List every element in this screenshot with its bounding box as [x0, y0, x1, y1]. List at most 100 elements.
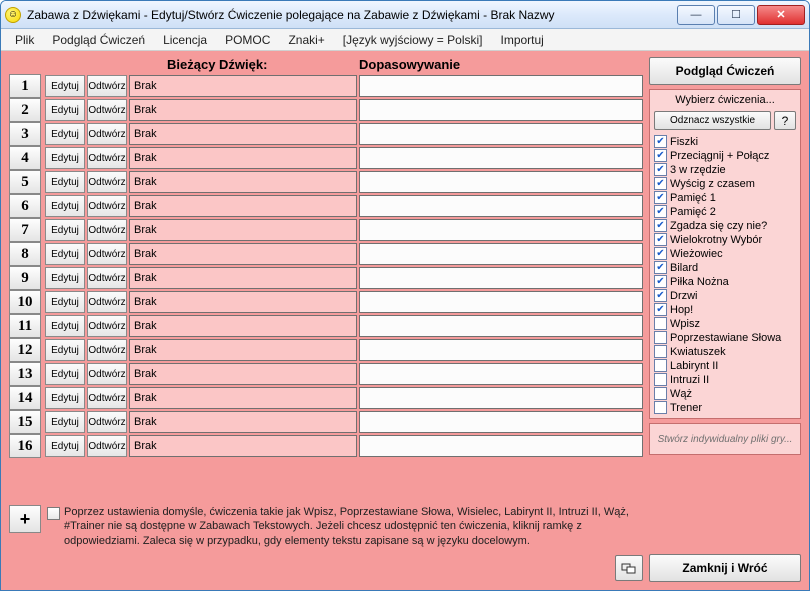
- edit-button[interactable]: Edytuj: [45, 267, 85, 289]
- menu-item[interactable]: Licencja: [155, 30, 215, 50]
- matching-cell[interactable]: [359, 123, 643, 145]
- exercise-checkbox[interactable]: [654, 163, 667, 176]
- matching-cell[interactable]: [359, 435, 643, 457]
- exercise-item[interactable]: Kwiatuszek: [654, 345, 796, 358]
- exercise-checkbox[interactable]: [654, 219, 667, 232]
- exercise-item[interactable]: Pamięć 1: [654, 191, 796, 204]
- custom-game-files-box[interactable]: Stwórz indywidualny pliki gry...: [649, 423, 801, 455]
- play-button[interactable]: Odtwórz: [87, 339, 127, 361]
- matching-cell[interactable]: [359, 147, 643, 169]
- current-sound-cell[interactable]: Brak: [129, 435, 357, 457]
- exercise-item[interactable]: Wpisz: [654, 317, 796, 330]
- exercise-item[interactable]: Drzwi: [654, 289, 796, 302]
- current-sound-cell[interactable]: Brak: [129, 267, 357, 289]
- matching-cell[interactable]: [359, 339, 643, 361]
- close-and-return-button[interactable]: Zamknij i Wróć: [649, 554, 801, 582]
- note-checkbox[interactable]: [47, 507, 60, 520]
- menu-item[interactable]: Podgląd Ćwiczeń: [44, 30, 153, 50]
- matching-cell[interactable]: [359, 99, 643, 121]
- play-button[interactable]: Odtwórz: [87, 123, 127, 145]
- exercise-item[interactable]: Zgadza się czy nie?: [654, 219, 796, 232]
- play-button[interactable]: Odtwórz: [87, 171, 127, 193]
- play-button[interactable]: Odtwórz: [87, 99, 127, 121]
- exercise-checkbox[interactable]: [654, 261, 667, 274]
- current-sound-cell[interactable]: Brak: [129, 99, 357, 121]
- play-button[interactable]: Odtwórz: [87, 387, 127, 409]
- exercise-checkbox[interactable]: [654, 317, 667, 330]
- exercise-item[interactable]: Hop!: [654, 303, 796, 316]
- current-sound-cell[interactable]: Brak: [129, 315, 357, 337]
- matching-cell[interactable]: [359, 411, 643, 433]
- matching-cell[interactable]: [359, 363, 643, 385]
- matching-cell[interactable]: [359, 243, 643, 265]
- play-button[interactable]: Odtwórz: [87, 267, 127, 289]
- exercise-checkbox[interactable]: [654, 191, 667, 204]
- preview-exercises-button[interactable]: Podgląd Ćwiczeń: [649, 57, 801, 85]
- exercise-checkbox[interactable]: [654, 205, 667, 218]
- exercise-item[interactable]: Wieżowiec: [654, 247, 796, 260]
- exercise-item[interactable]: Labirynt II: [654, 359, 796, 372]
- exercise-checkbox[interactable]: [654, 387, 667, 400]
- edit-button[interactable]: Edytuj: [45, 243, 85, 265]
- exercise-checkbox[interactable]: [654, 233, 667, 246]
- edit-button[interactable]: Edytuj: [45, 435, 85, 457]
- play-button[interactable]: Odtwórz: [87, 315, 127, 337]
- edit-button[interactable]: Edytuj: [45, 171, 85, 193]
- matching-cell[interactable]: [359, 195, 643, 217]
- play-button[interactable]: Odtwórz: [87, 435, 127, 457]
- play-button[interactable]: Odtwórz: [87, 195, 127, 217]
- edit-button[interactable]: Edytuj: [45, 75, 85, 97]
- matching-cell[interactable]: [359, 75, 643, 97]
- current-sound-cell[interactable]: Brak: [129, 363, 357, 385]
- edit-button[interactable]: Edytuj: [45, 291, 85, 313]
- exercise-checkbox[interactable]: [654, 303, 667, 316]
- add-row-button[interactable]: +: [9, 505, 41, 533]
- exercise-item[interactable]: Piłka Nożna: [654, 275, 796, 288]
- current-sound-cell[interactable]: Brak: [129, 291, 357, 313]
- menu-item[interactable]: POMOC: [217, 30, 278, 50]
- current-sound-cell[interactable]: Brak: [129, 171, 357, 193]
- edit-button[interactable]: Edytuj: [45, 123, 85, 145]
- edit-button[interactable]: Edytuj: [45, 195, 85, 217]
- exercise-checkbox[interactable]: [654, 135, 667, 148]
- exercise-checkbox[interactable]: [654, 275, 667, 288]
- exercise-checkbox[interactable]: [654, 289, 667, 302]
- exercise-checkbox[interactable]: [654, 331, 667, 344]
- play-button[interactable]: Odtwórz: [87, 363, 127, 385]
- exercise-checkbox[interactable]: [654, 373, 667, 386]
- exercise-checkbox[interactable]: [654, 401, 667, 414]
- matching-cell[interactable]: [359, 387, 643, 409]
- close-window-button[interactable]: ✕: [757, 5, 805, 25]
- edit-button[interactable]: Edytuj: [45, 339, 85, 361]
- current-sound-cell[interactable]: Brak: [129, 387, 357, 409]
- play-button[interactable]: Odtwórz: [87, 243, 127, 265]
- menu-item[interactable]: Importuj: [493, 30, 552, 50]
- current-sound-cell[interactable]: Brak: [129, 243, 357, 265]
- exercise-item[interactable]: Fiszki: [654, 135, 796, 148]
- edit-button[interactable]: Edytuj: [45, 219, 85, 241]
- matching-cell[interactable]: [359, 171, 643, 193]
- exercise-item[interactable]: Bilard: [654, 261, 796, 274]
- matching-cell[interactable]: [359, 315, 643, 337]
- edit-button[interactable]: Edytuj: [45, 147, 85, 169]
- matching-cell[interactable]: [359, 291, 643, 313]
- screen-settings-button[interactable]: [615, 555, 643, 581]
- exercise-checkbox[interactable]: [654, 345, 667, 358]
- current-sound-cell[interactable]: Brak: [129, 219, 357, 241]
- matching-cell[interactable]: [359, 267, 643, 289]
- play-button[interactable]: Odtwórz: [87, 75, 127, 97]
- exercise-item[interactable]: Poprzestawiane Słowa: [654, 331, 796, 344]
- play-button[interactable]: Odtwórz: [87, 219, 127, 241]
- exercise-item[interactable]: Wielokrotny Wybór: [654, 233, 796, 246]
- exercise-item[interactable]: Trener: [654, 401, 796, 414]
- edit-button[interactable]: Edytuj: [45, 363, 85, 385]
- play-button[interactable]: Odtwórz: [87, 291, 127, 313]
- matching-cell[interactable]: [359, 219, 643, 241]
- help-button[interactable]: ?: [774, 111, 796, 130]
- maximize-button[interactable]: ☐: [717, 5, 755, 25]
- deselect-all-button[interactable]: Odznacz wszystkie: [654, 111, 771, 130]
- current-sound-cell[interactable]: Brak: [129, 411, 357, 433]
- menu-item[interactable]: Plik: [7, 30, 42, 50]
- current-sound-cell[interactable]: Brak: [129, 75, 357, 97]
- exercise-item[interactable]: Intruzi II: [654, 373, 796, 386]
